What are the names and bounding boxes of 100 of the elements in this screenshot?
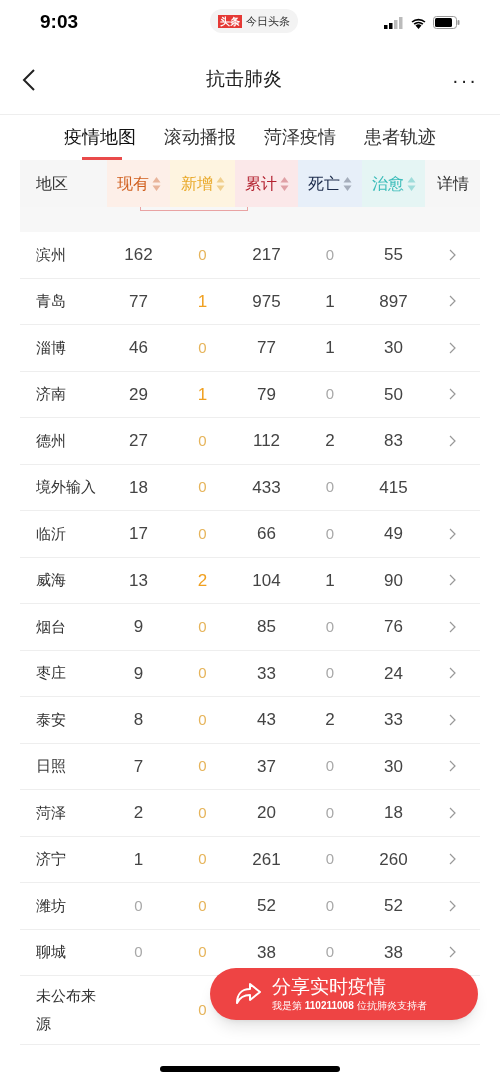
column-header: 详情: [436, 173, 469, 194]
table-cell-text: 261: [252, 848, 281, 871]
chevron-icon[interactable]: [449, 574, 456, 587]
table-cell-text: 0: [134, 942, 143, 962]
region-name: 日照: [36, 757, 66, 775]
table-cell-text: 0: [198, 895, 207, 916]
table-cell-text: 77: [257, 337, 276, 359]
chevron-icon[interactable]: [449, 434, 456, 447]
chevron-icon[interactable]: [449, 853, 456, 866]
table-cell-text: 0: [198, 244, 207, 265]
table-cell-text: 0: [198, 430, 207, 451]
chevron-icon[interactable]: [449, 527, 456, 540]
share-title: 分享实时疫情: [272, 975, 387, 999]
table-cell-text: 0: [325, 942, 335, 962]
chevron-icon[interactable]: [449, 341, 456, 354]
table-cell-text: 0: [198, 942, 207, 962]
table-cell-text: 76: [384, 616, 403, 638]
table-cell-text: 77: [129, 290, 148, 313]
share-button[interactable]: 分享实时疫情 我是第 110211008 位抗肺炎支持者: [210, 968, 478, 1020]
tab[interactable]: 患者轨迹: [364, 115, 436, 160]
table-cell-text: 2: [197, 569, 208, 592]
table-cell-text: 0: [325, 384, 335, 404]
table-cell-text: 52: [384, 895, 403, 917]
table-cell-text: 0: [325, 895, 335, 916]
table-cell-text: 52: [257, 895, 276, 917]
table-cell-text: 975: [252, 290, 281, 313]
table-cell-text: 30: [384, 337, 403, 359]
tab[interactable]: 滚动播报: [164, 115, 236, 160]
table-cell-text: 260: [379, 848, 408, 871]
table-cell-text: 0: [198, 999, 207, 1020]
column-header: 地区: [36, 173, 68, 194]
sort-icon[interactable]: [343, 175, 352, 192]
share-icon: [234, 982, 262, 1006]
table-cell-text: 50: [384, 383, 403, 406]
region-name: 滨州: [36, 245, 66, 263]
chevron-icon[interactable]: [449, 667, 456, 680]
signal-icon: [384, 16, 404, 29]
chevron-icon[interactable]: [449, 760, 456, 773]
table-cell-text: 30: [384, 755, 403, 778]
table-cell-text: 38: [384, 941, 403, 964]
table-cell-text: 433: [252, 476, 281, 499]
table-cell-text: 0: [198, 709, 207, 730]
table-cell-text: 7: [133, 755, 144, 778]
table-cell-text: 1: [325, 569, 335, 592]
table-cell-text: 85: [257, 616, 276, 638]
tab-underline: [82, 157, 122, 160]
table-cell-text: 0: [325, 756, 335, 776]
more-button[interactable]: ···: [452, 64, 478, 95]
table-cell-text: 162: [124, 244, 153, 266]
table-cell-text: 0: [134, 895, 143, 916]
table-cell-text: 55: [384, 244, 403, 266]
table-cell-text: 33: [257, 662, 276, 685]
chevron-icon[interactable]: [449, 248, 456, 261]
table-cell-text: 0: [325, 849, 335, 869]
region-name: 济宁: [36, 850, 66, 868]
table-cell-text: 9: [133, 616, 144, 638]
sort-icon[interactable]: [151, 175, 161, 192]
table-cell-text: 0: [198, 477, 207, 497]
table-cell-text: 18: [384, 802, 403, 824]
table-cell-text: 24: [384, 662, 403, 685]
table-cell-text: 43: [257, 709, 276, 731]
region-name: 烟台: [36, 617, 66, 635]
region-name: 菏泽: [36, 803, 66, 821]
chevron-icon[interactable]: [449, 388, 456, 401]
table-cell-text: 2: [325, 709, 335, 731]
table-cell-text: 38: [257, 941, 276, 964]
chevron-icon[interactable]: [449, 899, 456, 912]
chevron-icon[interactable]: [449, 713, 456, 726]
tab[interactable]: 菏泽疫情: [264, 115, 336, 160]
table-cell-text: 0: [325, 663, 335, 683]
sort-icon[interactable]: [279, 175, 289, 192]
table-cell-text: 8: [133, 709, 144, 731]
table-cell-text: 2: [325, 430, 335, 452]
chevron-icon[interactable]: [449, 806, 456, 819]
region-name: 德州: [36, 431, 66, 449]
page-title: 抗击肺炎: [206, 67, 282, 92]
table-cell-text: 27: [129, 430, 148, 452]
chevron-icon[interactable]: [449, 946, 456, 959]
back-icon[interactable]: [22, 67, 36, 92]
region-name: 枣庄: [36, 664, 66, 682]
table-cell-text: 46: [129, 337, 148, 359]
table-cell-text: 1: [197, 290, 208, 313]
chevron-icon[interactable]: [449, 295, 456, 308]
table-cell-text: 17: [129, 523, 148, 545]
table-cell-text: 0: [198, 756, 207, 776]
table-cell-text: 79: [257, 383, 276, 406]
table-cell-text: 1: [325, 290, 335, 313]
table-cell-text: 37: [257, 755, 276, 778]
table-cell-text: 104: [252, 569, 281, 592]
chevron-icon[interactable]: [449, 620, 456, 633]
region-name: 聊城: [36, 943, 66, 961]
region-name: 青岛: [36, 292, 66, 310]
tab[interactable]: 疫情地图: [64, 115, 136, 160]
table-cell-text: 1: [197, 383, 208, 406]
table-cell-text: 1: [133, 848, 144, 871]
share-subtitle: 我是第 110211008 位抗肺炎支持者: [272, 999, 427, 1013]
region-name: 泰安: [36, 710, 66, 728]
region-name: 济南: [36, 385, 66, 403]
region-name: 未公布来源: [36, 987, 96, 1032]
app-badge: 头条: [218, 14, 242, 28]
